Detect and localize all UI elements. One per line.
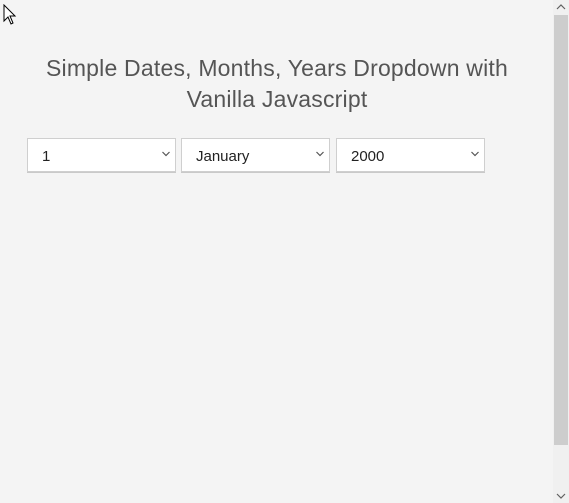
year-select-value: 2000 <box>351 148 385 165</box>
year-select[interactable]: 2000 <box>336 138 485 172</box>
page-title-line-1: Simple Dates, Months, Years Dropdown wit… <box>45 55 509 81</box>
chevron-down-icon <box>316 151 324 157</box>
chevron-down-icon <box>471 151 479 157</box>
day-select[interactable]: 1 <box>27 138 176 172</box>
mouse-pointer-icon <box>3 4 17 25</box>
scroll-down-arrow-icon[interactable] <box>553 488 569 503</box>
page-title: Simple Dates, Months, Years Dropdown wit… <box>0 53 554 115</box>
day-select-value: 1 <box>42 148 51 165</box>
chevron-down-icon <box>162 151 170 157</box>
month-select-value: January <box>196 148 250 165</box>
vertical-scrollbar[interactable] <box>553 0 569 503</box>
page-title-line-2: Vanilla Javascript <box>186 86 368 112</box>
page: Simple Dates, Months, Years Dropdown wit… <box>0 0 569 503</box>
scrollbar-thumb[interactable] <box>554 15 568 445</box>
scroll-up-arrow-icon[interactable] <box>553 0 569 15</box>
month-select[interactable]: January <box>181 138 330 172</box>
